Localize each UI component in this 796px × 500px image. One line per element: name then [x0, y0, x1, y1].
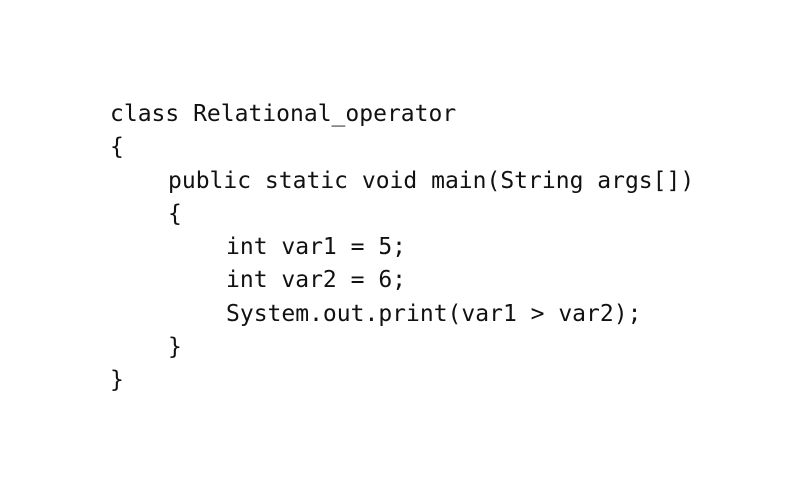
code-line-class-open-brace: { [110, 134, 124, 161]
code-line-method-open-brace: { [168, 200, 182, 227]
code-line-class-declaration: class Relational_operator [110, 101, 457, 127]
code-line-main-method: public static void main(String args[]) [168, 167, 695, 194]
code-line-class-close-brace: } [110, 367, 124, 394]
code-line-method-close-brace: } [168, 334, 182, 361]
code-line-var2-declaration: int var2 = 6; [226, 267, 407, 294]
code-line-var1-declaration: int var1 = 5; [226, 234, 407, 261]
code-line-print-statement: System.out.print(var1 > var2); [226, 300, 642, 327]
code-slide: class Relational_operator { public stati… [0, 0, 796, 500]
code-block: class Relational_operator { public stati… [110, 98, 694, 398]
